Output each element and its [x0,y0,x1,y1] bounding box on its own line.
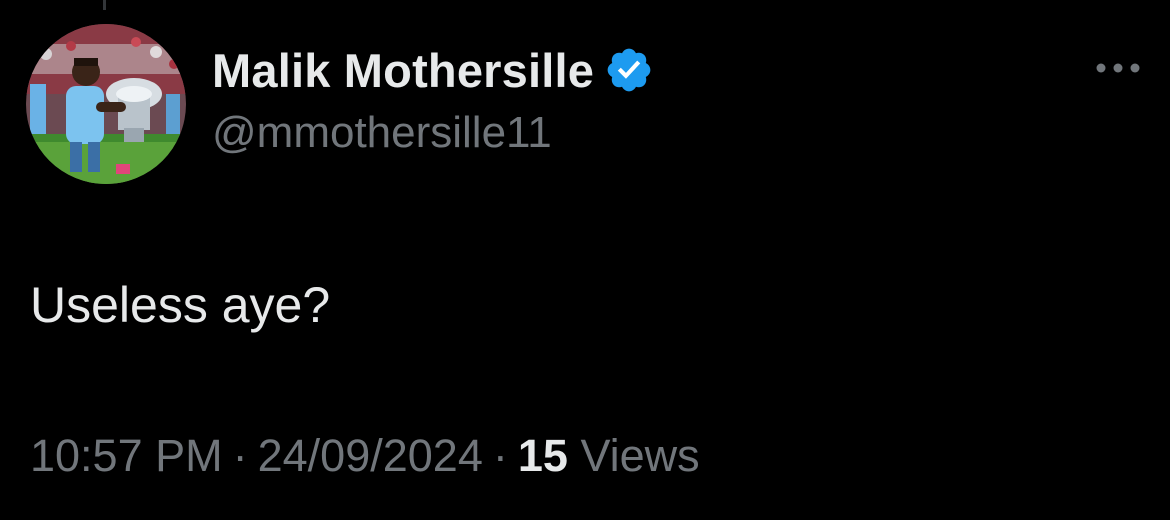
views-count: 15 [517,430,568,481]
tweet-card: Malik Mothersille @mmothersille11 Useles… [0,0,1170,520]
display-name[interactable]: Malik Mothersille [212,43,594,98]
meta-separator: · [492,430,508,481]
tweet-meta: 10:57 PM · 24/09/2024 · 15 Views [30,430,700,482]
more-options-button[interactable] [1090,52,1146,84]
author-block: Malik Mothersille @mmothersille11 [212,40,654,158]
user-handle[interactable]: @mmothersille11 [212,108,654,158]
meta-separator: · [232,430,248,481]
tweet-text: Useless aye? [30,277,331,333]
tweet-time[interactable]: 10:57 PM [30,430,223,481]
author-name-row: Malik Mothersille [212,40,654,100]
tweet-date[interactable]: 24/09/2024 [258,430,483,481]
more-options-icon [1096,63,1140,73]
thread-connector-line [103,0,106,10]
views-label: Views [580,430,700,481]
verified-badge-icon[interactable] [604,45,654,95]
avatar[interactable] [26,24,186,184]
